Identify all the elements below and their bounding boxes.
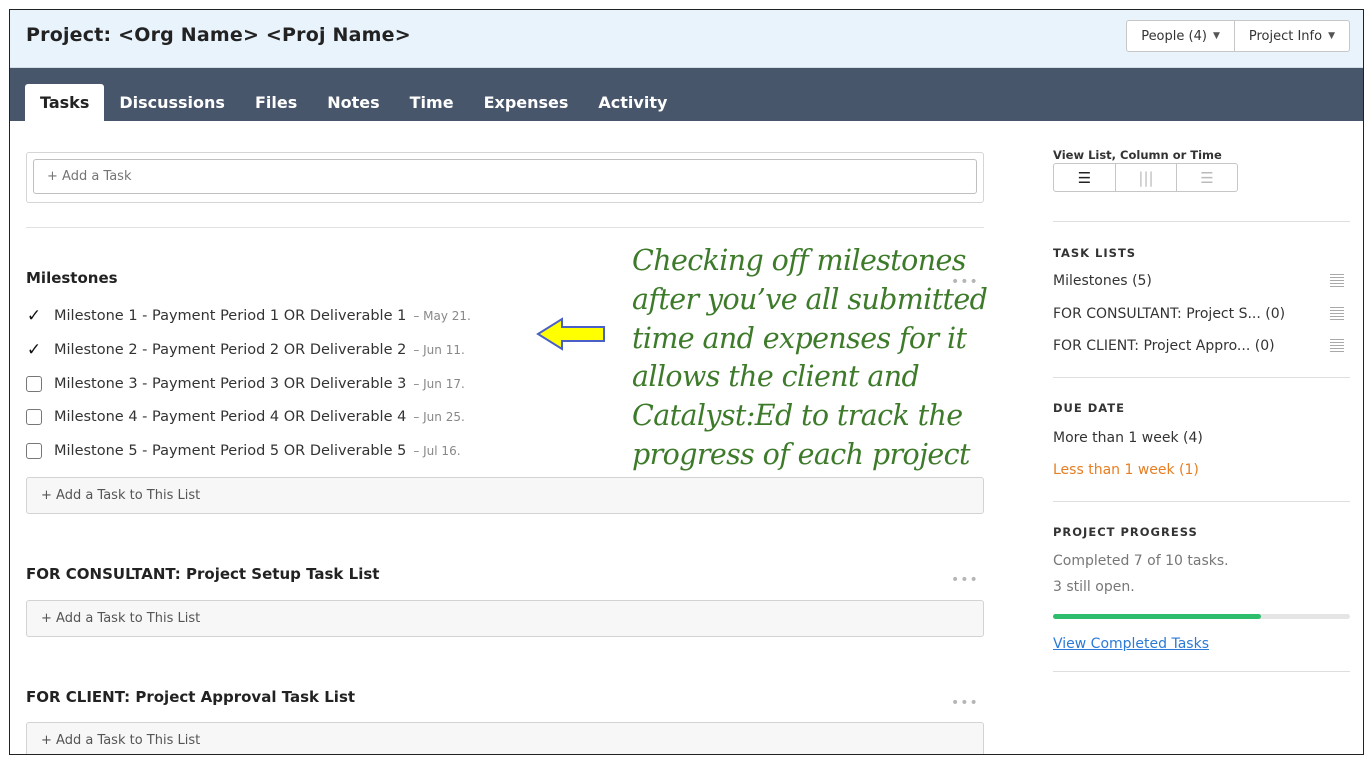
tab-activity[interactable]: Activity (583, 84, 682, 121)
milestone-date: – Jun 11. (413, 343, 465, 357)
tab-discussions[interactable]: Discussions (104, 84, 240, 121)
progress-open-text: 3 still open. (1053, 579, 1135, 595)
milestone-label: Milestone 1 - Payment Period 1 OR Delive… (54, 308, 407, 324)
divider (1053, 221, 1350, 222)
add-task-to-list-button[interactable]: + Add a Task to This List (26, 477, 984, 514)
timeline-view-icon[interactable]: ☰ (1176, 164, 1237, 191)
view-mode-toggle: ☰ ||| ☰ (1053, 163, 1238, 192)
caret-down-icon: ▼ (1328, 31, 1335, 41)
milestone-date: – Jul 16. (413, 444, 461, 458)
milestone-item[interactable]: Milestone 4 - Payment Period 4 OR Delive… (26, 409, 465, 425)
tab-expenses[interactable]: Expenses (469, 84, 584, 121)
add-task-to-list-button[interactable]: + Add a Task to This List (26, 722, 984, 754)
due-less-label: Less than 1 week (1) (1053, 462, 1199, 478)
annotation-line: progress of each project (632, 437, 970, 471)
checkbox[interactable] (26, 376, 42, 392)
project-header: Project: <Org Name> <Proj Name> People (… (10, 10, 1363, 68)
project-info-button-label: Project Info (1248, 28, 1323, 44)
drag-handle-icon[interactable] (1330, 274, 1344, 288)
tab-files[interactable]: Files (240, 84, 312, 121)
milestone-label: Milestone 5 - Payment Period 5 OR Delive… (54, 443, 407, 459)
app-frame: Project: <Org Name> <Proj Name> People (… (9, 9, 1364, 755)
divider (1053, 671, 1350, 672)
drag-handle-icon[interactable] (1330, 339, 1344, 353)
project-info-button[interactable]: Project Info ▼ (1234, 20, 1350, 52)
column-view-icon[interactable]: ||| (1115, 164, 1176, 191)
milestone-label: Milestone 3 - Payment Period 3 OR Delive… (54, 376, 407, 392)
milestone-item[interactable]: ✓ Milestone 2 - Payment Period 2 OR Deli… (26, 340, 465, 360)
annotation-line: time and expenses for it (632, 321, 967, 355)
divider (1053, 377, 1350, 378)
annotation-line: after you’ve all submitted (632, 282, 988, 316)
list-view-icon[interactable]: ☰ (1054, 164, 1115, 191)
drag-handle-icon[interactable] (1330, 307, 1344, 321)
due-more-label: More than 1 week (4) (1053, 430, 1203, 446)
milestone-date: – May 21. (413, 309, 471, 323)
annotation-line: Catalyst:Ed to track the (632, 399, 963, 433)
page-title: Project: <Org Name> <Proj Name> (26, 24, 411, 46)
tab-tasks[interactable]: Tasks (25, 84, 105, 121)
milestone-item[interactable]: ✓ Milestone 1 - Payment Period 1 OR Deli… (26, 306, 471, 326)
annotation-text: Checking off milestones after you’ve all… (632, 242, 988, 475)
people-button[interactable]: People (4) ▼ (1126, 20, 1235, 52)
milestone-item[interactable]: Milestone 3 - Payment Period 3 OR Delive… (26, 376, 465, 392)
list-count: (0) (1254, 338, 1275, 354)
list-title-milestones: Milestones (26, 269, 118, 287)
annotation-line: Checking off milestones (632, 244, 966, 277)
list-count: (5) (1132, 273, 1152, 289)
divider (1053, 501, 1350, 502)
view-mode-label: View List, Column or Time (1053, 148, 1222, 162)
sidebar-list-milestones[interactable]: Milestones (5) (1053, 273, 1350, 289)
milestone-label: Milestone 4 - Payment Period 4 OR Delive… (54, 409, 407, 425)
add-task-box (26, 152, 984, 203)
divider (26, 227, 984, 228)
add-task-to-list-button[interactable]: + Add a Task to This List (26, 600, 984, 637)
header-buttons: People (4) ▼ Project Info ▼ (1126, 20, 1350, 52)
sidebar-list-consultant[interactable]: FOR CONSULTANT: Project S... (0) (1053, 306, 1350, 322)
arrow-left-icon (536, 317, 605, 351)
list-title-client: FOR CLIENT: Project Approval Task List (26, 688, 356, 706)
sidebar-list-client[interactable]: FOR CLIENT: Project Appro... (0) (1053, 338, 1350, 354)
caret-down-icon: ▼ (1212, 31, 1220, 41)
checkbox[interactable] (26, 409, 42, 425)
checkbox[interactable] (26, 443, 42, 459)
checkmark-icon[interactable]: ✓ (26, 306, 42, 326)
milestone-date: – Jun 17. (413, 377, 465, 391)
tab-notes[interactable]: Notes (312, 84, 394, 121)
annotation-line: allows the client and (632, 360, 920, 394)
milestone-item[interactable]: Milestone 5 - Payment Period 5 OR Delive… (26, 443, 461, 459)
list-name: Milestones (1053, 273, 1128, 289)
more-options-icon[interactable]: ••• (951, 572, 979, 588)
view-completed-tasks-link[interactable]: View Completed Tasks (1053, 636, 1209, 652)
list-title-consultant: FOR CONSULTANT: Project Setup Task List (26, 565, 380, 583)
tab-time[interactable]: Time (395, 84, 469, 121)
add-task-input[interactable] (33, 159, 977, 194)
milestone-label: Milestone 2 - Payment Period 2 OR Delive… (54, 342, 407, 358)
people-button-label: People (4) (1141, 28, 1207, 44)
project-progress-heading: PROJECT PROGRESS (1053, 525, 1198, 539)
more-options-icon[interactable]: ••• (951, 695, 979, 711)
due-less-than-week[interactable]: Less than 1 week (1) (1053, 462, 1350, 478)
progress-bar (1053, 614, 1350, 619)
list-name: FOR CONSULTANT: Project S... (1053, 306, 1261, 322)
due-date-heading: DUE DATE (1053, 401, 1125, 415)
due-more-than-week[interactable]: More than 1 week (4) (1053, 430, 1350, 446)
list-count: (0) (1265, 306, 1286, 322)
annotation-arrow (536, 317, 605, 351)
milestone-date: – Jun 25. (413, 410, 465, 424)
tab-bar: Tasks Discussions Files Notes Time Expen… (10, 68, 1363, 121)
checkmark-icon[interactable]: ✓ (26, 340, 42, 360)
progress-completed-text: Completed 7 of 10 tasks. (1053, 553, 1229, 569)
list-name: FOR CLIENT: Project Appro... (1053, 338, 1251, 354)
task-lists-heading: TASK LISTS (1053, 246, 1137, 260)
progress-bar-fill (1053, 614, 1261, 619)
